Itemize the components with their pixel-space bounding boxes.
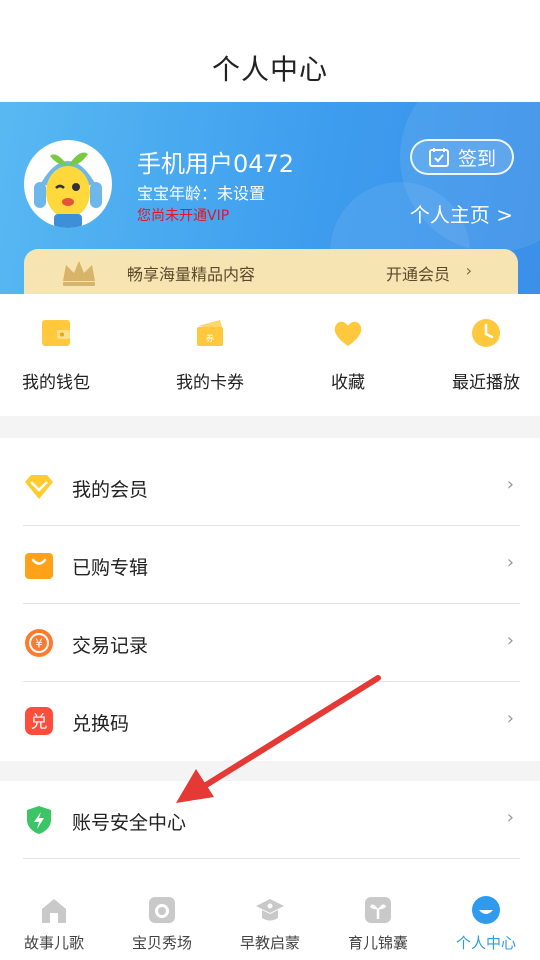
quick-action-label: 最近播放 <box>452 373 520 393</box>
baby-age: 宝宝年龄：未设置 <box>137 184 266 203</box>
tab-parenting-tips[interactable]: 育儿锦囊 <box>324 884 432 960</box>
quick-action-favorites[interactable]: 收藏 <box>288 294 408 416</box>
quick-action-label: 我的钱包 <box>22 373 90 393</box>
bottom-tab-bar: 故事儿歌 宝贝秀场 早教启蒙 育儿锦囊 个人中心 <box>0 884 540 960</box>
page-title: 个人中心 <box>211 53 328 86</box>
redeem-badge-text: 兑 <box>31 713 48 733</box>
tab-personal-center[interactable]: 个人中心 <box>432 884 540 960</box>
chevron-right-icon: › <box>465 261 472 280</box>
menu-item-label: 交易记录 <box>72 635 149 657</box>
yen-coin-icon: ¥ <box>25 629 53 657</box>
quick-actions: 我的钱包 券 我的卡券 收藏 最近播放 <box>0 294 540 416</box>
menu-item-label: 账号安全中心 <box>72 812 187 834</box>
avatar-mascot-icon <box>34 152 102 228</box>
tab-baby-show[interactable]: 宝贝秀场 <box>108 884 216 960</box>
section-divider <box>0 761 540 781</box>
quick-action-label: 我的卡券 <box>176 373 244 393</box>
redeem-icon: 兑 <box>25 707 53 735</box>
quick-action-label: 收藏 <box>331 373 365 393</box>
smile-icon <box>472 896 500 924</box>
section-divider <box>0 416 540 438</box>
svg-text:券: 券 <box>206 333 214 343</box>
divider <box>23 858 520 859</box>
heart-icon <box>334 321 362 346</box>
crown-icon <box>63 261 95 286</box>
signin-button[interactable]: 签到 <box>410 139 514 175</box>
shopping-bag-icon <box>25 553 53 579</box>
quick-action-recent[interactable]: 最近播放 <box>426 294 540 416</box>
menu-item-my-vip[interactable]: 我的会员 › <box>0 448 540 526</box>
tab-label: 育儿锦囊 <box>347 934 408 952</box>
home-icon <box>42 899 66 923</box>
vip-banner-text: 畅享海量精品内容 <box>127 265 256 284</box>
calendar-check-icon <box>428 148 449 167</box>
camera-icon <box>149 897 175 923</box>
quick-action-wallet[interactable]: 我的钱包 <box>0 294 116 416</box>
menu-item-label: 已购专辑 <box>72 557 149 579</box>
menu-item-label: 兑换码 <box>72 713 130 735</box>
chevron-right-icon: › <box>506 552 514 573</box>
vip-diamond-icon <box>25 475 53 499</box>
menu-item-account-security[interactable]: 账号安全中心 › <box>0 781 540 859</box>
tab-label: 故事儿歌 <box>23 934 84 952</box>
menu-item-label: 我的会员 <box>72 479 149 501</box>
graduation-cap-icon <box>256 899 284 921</box>
wallet-icon <box>42 320 70 346</box>
tab-stories[interactable]: 故事儿歌 <box>0 884 108 960</box>
chevron-right-icon: › <box>506 474 514 495</box>
tab-label: 早教启蒙 <box>239 934 300 952</box>
quick-action-coupons[interactable]: 券 我的卡券 <box>150 294 270 416</box>
profile-header: 手机用户0472 宝宝年龄：未设置 您尚未开通VIP 签到 个人主页 > 畅享海… <box>0 102 540 294</box>
vip-status: 您尚未开通VIP <box>137 208 230 224</box>
menu-item-purchased[interactable]: 已购专辑 › <box>0 526 540 604</box>
avatar[interactable] <box>24 140 112 228</box>
clock-icon <box>472 319 500 347</box>
chevron-right-icon: › <box>506 807 514 828</box>
chevron-right-icon: › <box>506 708 514 729</box>
coupon-icon: 券 <box>197 320 223 346</box>
homepage-link[interactable]: 个人主页 > <box>410 199 513 228</box>
top-bar: 个人中心 <box>0 0 540 102</box>
menu-item-redeem[interactable]: 兑 兑换码 › <box>0 682 540 760</box>
tab-label: 宝贝秀场 <box>131 934 192 952</box>
username: 手机用户0472 <box>137 150 295 178</box>
svg-text:¥: ¥ <box>35 637 43 651</box>
tab-label: 个人中心 <box>455 934 516 952</box>
signin-label: 签到 <box>457 147 496 170</box>
chevron-right-icon: › <box>506 630 514 651</box>
sprout-icon <box>365 897 391 923</box>
vip-banner[interactable]: 畅享海量精品内容 开通会员 › <box>24 249 518 294</box>
menu-item-transactions[interactable]: ¥ 交易记录 › <box>0 604 540 682</box>
shield-icon <box>27 806 51 834</box>
vip-open-label[interactable]: 开通会员 <box>386 261 450 285</box>
tab-early-education[interactable]: 早教启蒙 <box>216 884 324 960</box>
